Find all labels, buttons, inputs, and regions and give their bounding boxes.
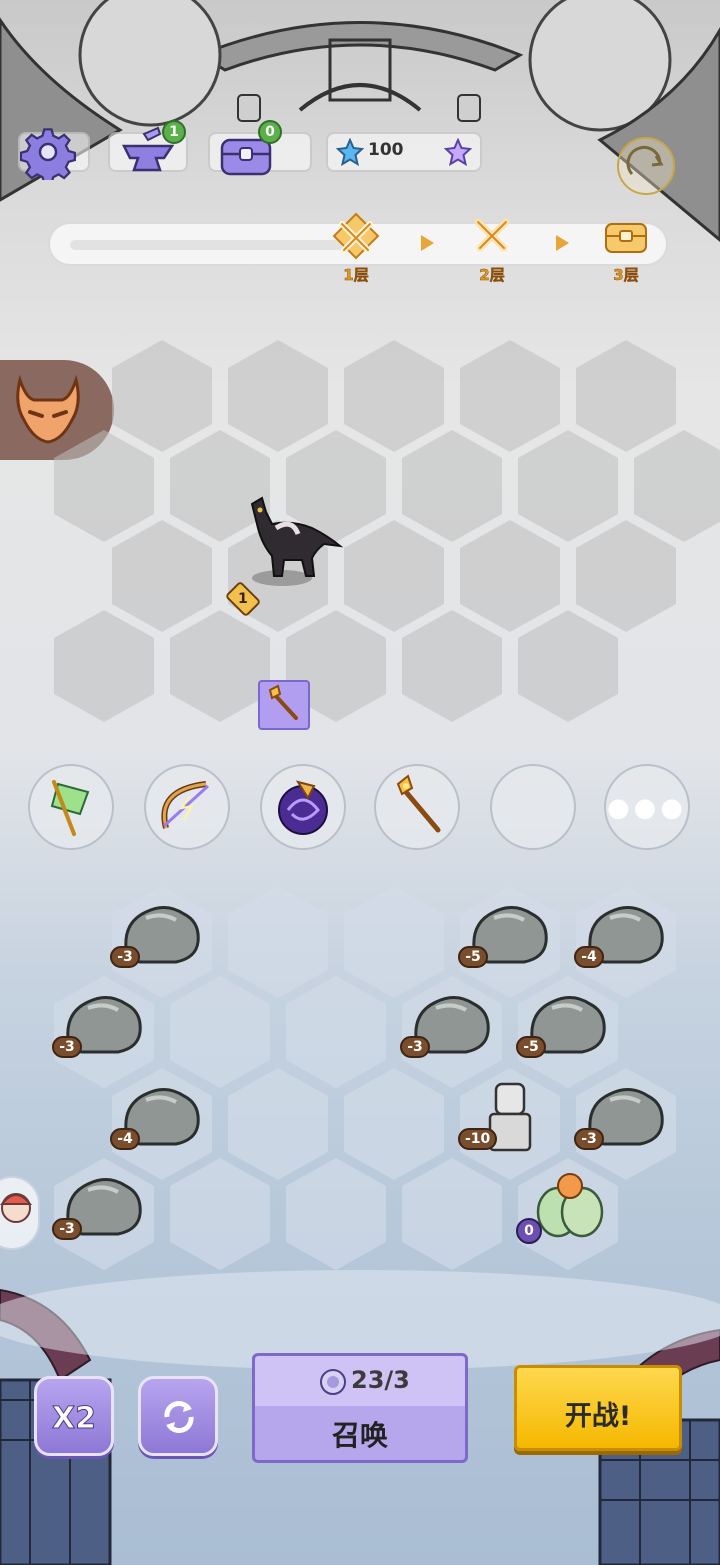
board-cell[interactable] (228, 1068, 328, 1180)
progress-fill (70, 240, 350, 250)
more-icon: ●●● (606, 793, 688, 823)
cost-badge: -3 (52, 1218, 82, 1240)
cost-badge: -5 (458, 946, 488, 968)
floor-label: 2层 (479, 266, 505, 285)
dark-vortex-icon (278, 780, 328, 835)
summon-button[interactable]: 23/3 召唤 (252, 1353, 468, 1463)
cost-badge: -3 (110, 946, 140, 968)
board-cell[interactable] (286, 1158, 386, 1270)
cost-badge: -3 (400, 1036, 430, 1058)
cost-badge: -4 (110, 1128, 140, 1150)
cost-badge: -3 (52, 1036, 82, 1058)
chest-badge: 0 (258, 120, 282, 144)
unit-level: 1 (238, 591, 248, 607)
refresh-portal-button[interactable] (614, 134, 678, 198)
board-cell[interactable] (344, 520, 444, 632)
board-cell[interactable] (576, 340, 676, 452)
board-cell[interactable] (344, 1068, 444, 1180)
cost-badge: -4 (574, 946, 604, 968)
swirl-portal-icon (617, 137, 675, 195)
chest-button[interactable]: 0 (216, 120, 282, 180)
board-cell[interactable] (170, 610, 270, 722)
treasure-chest-icon (605, 223, 647, 253)
top-bar: 1 0 100 (0, 118, 720, 195)
ability-slot-3[interactable] (260, 764, 346, 850)
settings-button[interactable] (19, 124, 77, 185)
refresh-icon (164, 1401, 194, 1433)
crossed-swords-icon (332, 212, 380, 260)
board-cell[interactable] (228, 886, 328, 998)
board-cell[interactable] (344, 340, 444, 452)
progress-arrow-1 (421, 235, 434, 251)
purple-star-icon[interactable] (444, 138, 472, 166)
black-beast-unit[interactable] (232, 494, 348, 590)
summon-label: 召唤 (331, 1419, 388, 1452)
board-cell[interactable] (286, 976, 386, 1088)
forge-badge: 1 (162, 120, 186, 144)
golden-staff-icon (268, 684, 298, 720)
floor-label: 3层 (613, 266, 639, 285)
cost-badge: -5 (516, 1036, 546, 1058)
game-screen: 1 0 100 1层 2层 3层 1 ●●● X2 23/3 召唤 开战! -3… (0, 0, 720, 1565)
summon-count: 23/3 (351, 1366, 410, 1394)
board-cell[interactable] (54, 610, 154, 722)
hero-avatar[interactable] (0, 1176, 40, 1250)
board-cell[interactable] (170, 976, 270, 1088)
board-cell[interactable] (228, 340, 328, 452)
board-cell[interactable] (170, 1158, 270, 1270)
demon-mask-icon (16, 374, 80, 444)
ability-slot-2[interactable] (144, 764, 230, 850)
dropped-item[interactable] (258, 680, 310, 730)
ability-slot-empty[interactable] (490, 764, 576, 850)
ability-slot-1[interactable] (28, 764, 114, 850)
board-cell[interactable] (344, 886, 444, 998)
silver-coin-icon (320, 1369, 346, 1395)
cost-badge: -10 (458, 1128, 498, 1150)
start-battle-label: 开战! (564, 1401, 632, 1432)
crossed-swords-icon (474, 218, 510, 252)
hero-portrait-icon (0, 1193, 33, 1223)
reroll-button[interactable] (138, 1376, 218, 1456)
cost-badge: 0 (516, 1218, 542, 1244)
board-cell[interactable] (112, 520, 212, 632)
blue-star-icon (336, 138, 364, 166)
board-cell[interactable] (402, 610, 502, 722)
board-cell[interactable] (112, 340, 212, 452)
board-cell[interactable] (576, 520, 676, 632)
floor-label: 1层 (343, 266, 369, 285)
lightning-bow-icon (161, 781, 210, 829)
golden-staff-icon (396, 774, 441, 833)
star-count: 100 (368, 140, 404, 160)
cost-badge: -3 (574, 1128, 604, 1150)
more-abilities-button[interactable]: ●●● (604, 764, 690, 850)
floor-node-2[interactable]: 2层 (462, 212, 522, 285)
gear-icon (19, 128, 77, 185)
board-cell[interactable] (518, 430, 618, 542)
speed-label: X2 (51, 1401, 96, 1437)
forge-button[interactable]: 1 (118, 120, 186, 180)
ability-slot-4[interactable] (374, 764, 460, 850)
green-banner-icon (50, 780, 90, 836)
floor-node-3[interactable]: 3层 (596, 212, 656, 285)
board-cell[interactable] (518, 610, 618, 722)
board-cell[interactable] (460, 340, 560, 452)
start-battle-button[interactable]: 开战! (514, 1365, 682, 1451)
speed-x2-button[interactable]: X2 (34, 1376, 114, 1456)
floor-node-1[interactable]: 1层 (326, 212, 386, 285)
board-cell[interactable] (402, 430, 502, 542)
board-cell[interactable] (634, 430, 720, 542)
board-cell[interactable] (460, 520, 560, 632)
board-cell[interactable] (402, 1158, 502, 1270)
progress-arrow-2 (556, 235, 569, 251)
